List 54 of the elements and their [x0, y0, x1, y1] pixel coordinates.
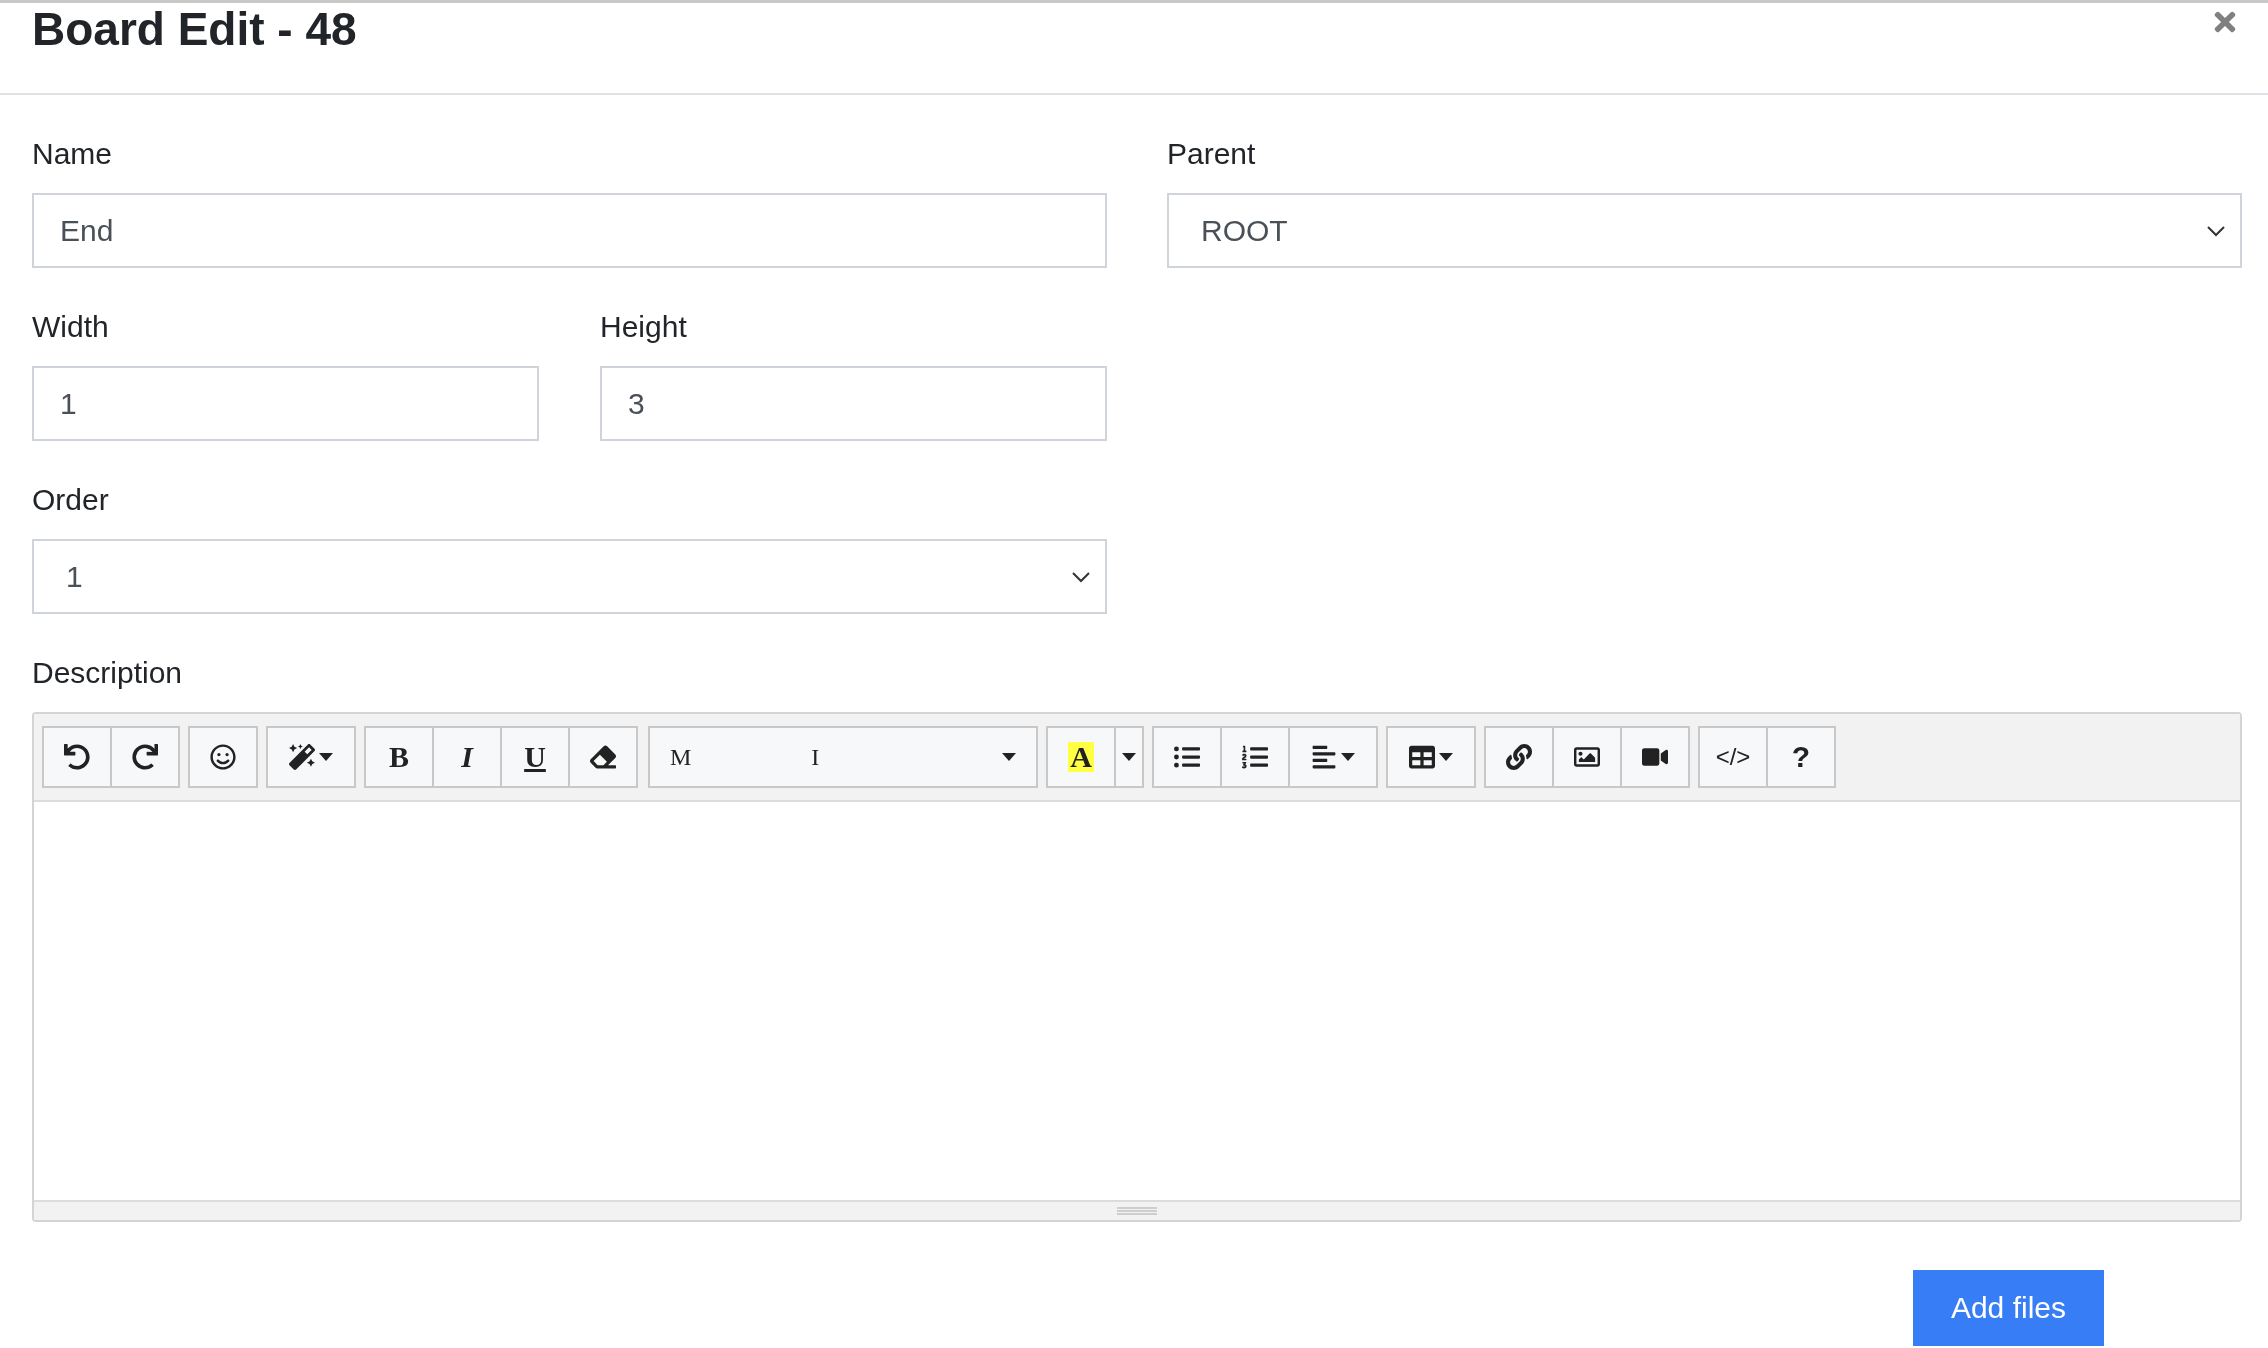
link-button[interactable]: [1484, 726, 1554, 788]
name-input[interactable]: End: [32, 193, 1107, 268]
redo-icon: [132, 744, 158, 770]
link-icon: [1506, 744, 1532, 770]
font-label: I: [811, 743, 820, 771]
modal-title: Board Edit - 48: [32, 3, 357, 55]
field-label: Parent: [1167, 137, 1257, 171]
chevron-icon: [1071, 570, 1091, 583]
undo-icon: [64, 744, 90, 770]
bold-button[interactable]: B: [364, 726, 434, 788]
field-label: Width: [32, 310, 110, 344]
code-button[interactable]: </>: [1698, 726, 1768, 788]
chevron-icon: [2206, 224, 2226, 237]
parent-select[interactable]: ROOT: [1167, 193, 2242, 268]
image-icon: [1574, 744, 1600, 770]
align-icon: [1311, 744, 1337, 770]
bullets-button[interactable]: [1152, 726, 1222, 788]
caret-icon: [1439, 753, 1453, 761]
numbered-list-icon: [1242, 744, 1268, 770]
width-input[interactable]: 1: [32, 366, 539, 441]
align-button[interactable]: [1288, 726, 1378, 788]
bulleted-list-icon: [1174, 744, 1200, 770]
field-label: Description: [32, 656, 184, 690]
field-label: Name: [32, 137, 114, 171]
font-label: M: [670, 743, 692, 771]
field-label: Order: [32, 483, 110, 517]
add-files-button[interactable]: Add files: [1912, 1270, 2104, 1346]
highlight-button[interactable]: A: [1046, 726, 1116, 788]
underline-button[interactable]: U: [500, 726, 570, 788]
eraser-button[interactable]: [568, 726, 638, 788]
image-button[interactable]: [1552, 726, 1622, 788]
order-select[interactable]: 1: [32, 539, 1107, 614]
caret-icon: [1002, 753, 1016, 761]
magic-button[interactable]: [266, 726, 356, 788]
redo-button[interactable]: [110, 726, 180, 788]
magic-wand-icon: [289, 744, 315, 770]
eraser-icon: [590, 744, 616, 770]
smiley-icon: [210, 744, 236, 770]
help-button[interactable]: ?: [1766, 726, 1836, 788]
color-dropdown-button[interactable]: [1114, 726, 1144, 788]
emoji-button[interactable]: [188, 726, 258, 788]
table-button[interactable]: [1386, 726, 1476, 788]
caret-icon: [1122, 753, 1136, 761]
caret-icon: [319, 753, 333, 761]
numbers-button[interactable]: [1220, 726, 1290, 788]
height-input[interactable]: 3: [600, 366, 1107, 441]
italic-button[interactable]: I: [432, 726, 502, 788]
table-icon: [1409, 744, 1435, 770]
font-dropdown[interactable]: M I: [648, 726, 1038, 788]
caret-icon: [1341, 753, 1355, 761]
field-label: Height: [600, 310, 688, 344]
undo-button[interactable]: [42, 726, 112, 788]
resize-handle[interactable]: [34, 1200, 2240, 1220]
video-button[interactable]: [1620, 726, 1690, 788]
